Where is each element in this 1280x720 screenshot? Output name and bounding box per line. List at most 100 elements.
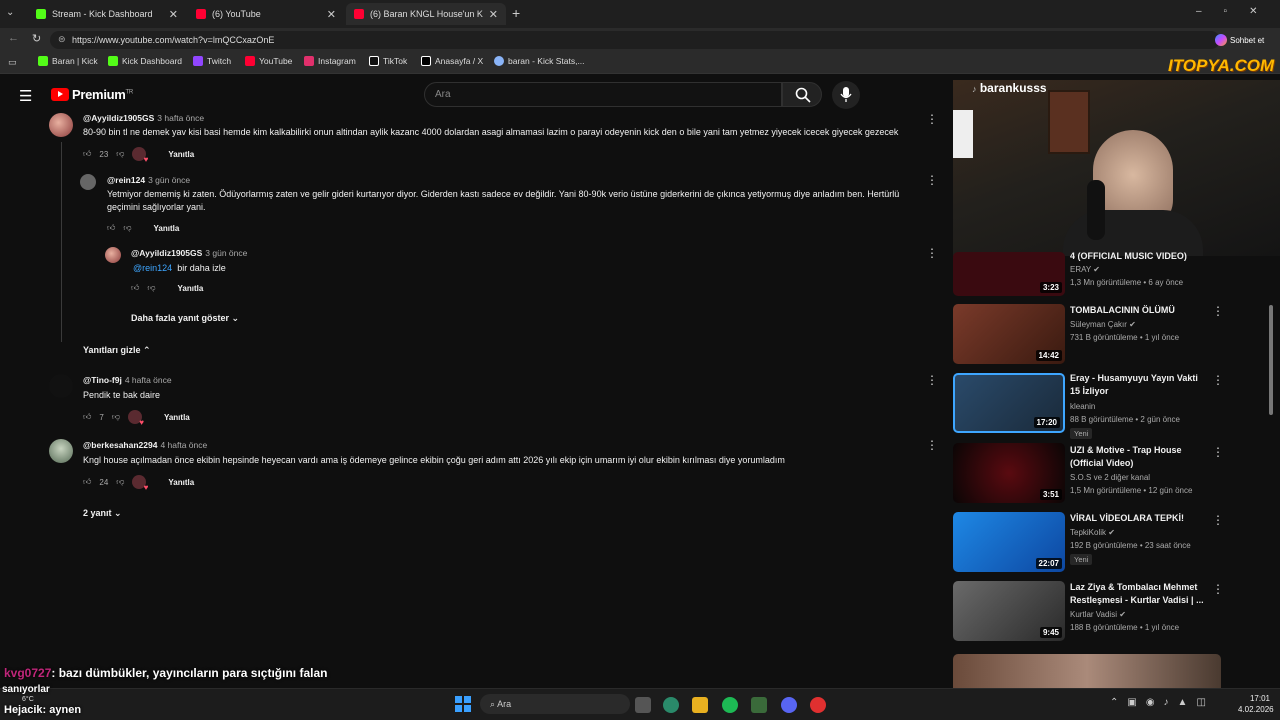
avatar[interactable] [49, 374, 73, 398]
bookmark-instagram[interactable]: Instagram [304, 56, 356, 66]
site-info-icon[interactable]: ⊜ [58, 34, 66, 45]
avatar[interactable] [49, 113, 73, 137]
bookmark-twitch[interactable]: Twitch [193, 56, 231, 66]
mention-link[interactable]: @rein124 [133, 263, 172, 273]
dislike-icon[interactable]: 👎︎ [116, 477, 124, 487]
bookmark-kick-dashboard[interactable]: Kick Dashboard [108, 56, 182, 66]
reply-button[interactable]: Yanıtla [168, 150, 194, 159]
dislike-icon[interactable]: 👎︎ [112, 412, 120, 422]
task-view-icon[interactable] [635, 697, 651, 713]
channel-name[interactable]: Kurtlar Vadisi ✔ [1070, 610, 1126, 619]
system-tray-icons[interactable]: ⌃▣◉♪▲◫ [1110, 697, 1215, 708]
view-replies-button[interactable]: 2 yanıt ⌄ [83, 508, 122, 519]
reply-button[interactable]: Yanıtla [164, 413, 190, 422]
video-thumbnail[interactable]: 17:20 [953, 373, 1065, 433]
app-icon[interactable] [751, 697, 767, 713]
avatar[interactable] [80, 174, 96, 190]
reply-button[interactable]: Yanıtla [168, 478, 194, 487]
file-explorer-icon[interactable] [692, 697, 708, 713]
comment-author[interactable]: @berkesahan2294 4 hafta önce [83, 440, 207, 450]
tab-youtube[interactable]: (6) YouTube ✕ [188, 3, 344, 25]
channel-name[interactable]: kleanin [1070, 402, 1095, 411]
bookmark-tiktok[interactable]: TikTok [369, 56, 407, 66]
url-field[interactable]: ⊜ https://www.youtube.com/watch?v=lmQCCx… [50, 31, 1220, 49]
like-icon[interactable]: 👍︎ [83, 412, 91, 422]
comment-menu-icon[interactable]: ⋮ [926, 246, 938, 260]
youtube-logo-icon[interactable] [51, 88, 69, 101]
comment-menu-icon[interactable]: ⋮ [926, 112, 938, 126]
weather-widget[interactable]: 6°C [22, 696, 34, 703]
comment-menu-icon[interactable]: ⋮ [926, 373, 938, 387]
comment-author[interactable]: @Ayyildiz1905GS 3 gün önce [131, 248, 247, 258]
edge-icon[interactable] [663, 697, 679, 713]
dislike-icon[interactable]: 👎︎ [123, 223, 131, 233]
window-controls[interactable]: –▫✕ [1196, 6, 1280, 17]
comment-author[interactable]: @Tino-f9j 4 hafta önce [83, 375, 172, 385]
menu-icon[interactable]: ☰ [19, 87, 32, 105]
video-title[interactable]: TOMBALACININ ÖLÜMÜ [1070, 304, 1205, 317]
discord-icon[interactable] [781, 697, 797, 713]
video-title[interactable]: VİRAL VİDEOLARA TEPKİ! [1070, 512, 1205, 525]
show-more-replies-button[interactable]: Daha fazla yanıt göster ⌄ [131, 313, 239, 324]
search-button[interactable] [782, 82, 822, 107]
comment-author[interactable]: @Ayyildiz1905GS 3 hafta önce [83, 113, 204, 123]
dislike-icon[interactable]: 👎︎ [147, 283, 155, 293]
avatar[interactable] [105, 247, 121, 263]
bookmark-x[interactable]: Anasayfa / X [421, 56, 483, 66]
channel-name[interactable]: Süleyman Çakır ✔ [1070, 320, 1136, 329]
video-title[interactable]: Laz Ziya & Tombalacı Mehmet Restleşmesi … [1070, 581, 1205, 607]
video-thumbnail[interactable]: 9:45 [953, 581, 1065, 641]
like-icon[interactable]: 👍︎ [107, 223, 115, 233]
close-tab-icon[interactable]: ✕ [327, 8, 336, 21]
video-menu-icon[interactable]: ⋮ [1212, 445, 1224, 459]
refresh-icon[interactable]: ↻ [32, 32, 41, 45]
video-thumbnail[interactable]: 3:51 [953, 443, 1065, 503]
video-menu-icon[interactable]: ⋮ [1212, 304, 1224, 318]
tab-current-video[interactable]: (6) Baran KNGL House'un Kapatıld ✕ [346, 3, 506, 25]
dislike-icon[interactable]: 👎︎ [116, 149, 124, 159]
close-tab-icon[interactable]: ✕ [489, 8, 498, 21]
video-title[interactable]: 4 (OFFICIAL MUSIC VIDEO) [1070, 250, 1205, 263]
comment-menu-icon[interactable]: ⋮ [926, 173, 938, 187]
search-input[interactable]: Ara [424, 82, 782, 107]
like-icon[interactable]: 👍︎ [131, 283, 139, 293]
app-icon[interactable] [810, 697, 826, 713]
video-thumbnail[interactable]: 3:23 [953, 252, 1065, 296]
youtube-premium-logo[interactable]: PremiumTR [72, 87, 133, 102]
video-thumbnail[interactable]: 14:42 [953, 304, 1065, 364]
spotify-icon[interactable] [722, 697, 738, 713]
like-icon[interactable]: 👍︎ [83, 149, 91, 159]
tab-actions-chevron-icon[interactable]: ⌄ [6, 7, 14, 18]
channel-name[interactable]: S.O.S ve 2 diğer kanal [1070, 473, 1150, 482]
video-title[interactable]: UZI & Motive - Trap House (Official Vide… [1070, 444, 1205, 470]
video-menu-icon[interactable]: ⋮ [1212, 373, 1224, 387]
windows-start-icon[interactable] [455, 696, 471, 712]
voice-search-button[interactable] [832, 81, 860, 109]
copilot-chat-button[interactable]: Sohbet et [1215, 32, 1273, 48]
channel-name[interactable]: TepkiKolik ✔ [1070, 528, 1115, 537]
sidebar-scrollbar[interactable] [1269, 305, 1273, 415]
bookmark-baran-kick[interactable]: Baran | Kick [38, 56, 98, 66]
reply-button[interactable]: Yanıtla [154, 224, 180, 233]
bookmark-kick-stats[interactable]: baran - Kick Stats,... [494, 56, 585, 66]
video-menu-icon[interactable]: ⋮ [1212, 582, 1224, 596]
bookmarks-menu-icon[interactable]: ▭ [8, 57, 17, 68]
channel-name[interactable]: ERAY ✔ [1070, 265, 1100, 274]
tab-kick-dashboard[interactable]: Stream - Kick Dashboard ✕ [28, 3, 186, 25]
back-icon[interactable]: ← [8, 32, 19, 44]
like-icon[interactable]: 👍︎ [83, 477, 91, 487]
close-tab-icon[interactable]: ✕ [169, 8, 178, 21]
avatar[interactable] [49, 439, 73, 463]
hide-replies-button[interactable]: Yanıtları gizle ⌃ [83, 345, 151, 356]
video-thumbnail[interactable]: 22:07 [953, 512, 1065, 572]
reply-button[interactable]: Yanıtla [178, 284, 204, 293]
video-thumbnail[interactable] [953, 654, 1221, 688]
bookmark-youtube[interactable]: YouTube [245, 56, 292, 66]
taskbar-search[interactable]: ⌕ Ara [480, 694, 630, 714]
comment-author[interactable]: @rein124 3 gün önce [107, 175, 190, 185]
video-menu-icon[interactable]: ⋮ [1212, 513, 1224, 527]
comment-menu-icon[interactable]: ⋮ [926, 438, 938, 452]
video-title[interactable]: Eray - Husamyuyu Yayın Vakti 15 İzliyor [1070, 372, 1205, 398]
taskbar-clock[interactable]: 17:01 4.02.2026 [1238, 693, 1274, 715]
new-tab-icon[interactable]: + [512, 5, 520, 21]
